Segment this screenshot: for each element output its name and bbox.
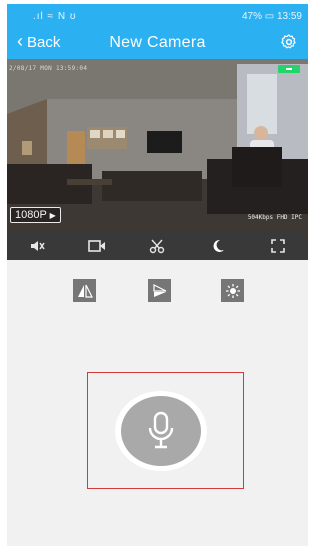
status-icons: .ıl ≈ N ʊ (33, 11, 77, 22)
microphone-icon (148, 411, 174, 449)
gear-icon[interactable] (280, 33, 298, 51)
speaker-muted-icon (31, 240, 45, 251)
ptz-controls (7, 279, 308, 303)
signal-indicator (278, 65, 300, 73)
talk-button-ring (115, 391, 207, 471)
play-triangle-icon: ▶ (49, 211, 56, 220)
snapshot-button[interactable] (147, 236, 167, 256)
camera-feed-image (7, 59, 308, 231)
nav-bar: ‹ Back New Camera (7, 26, 308, 59)
flip-vertical-icon (77, 284, 93, 298)
resolution-button[interactable]: 1080P ▶ (10, 207, 61, 223)
fullscreen-button[interactable] (268, 236, 288, 256)
battery-time: 47% ▭ 13:59 (241, 11, 302, 22)
talk-button[interactable] (121, 396, 201, 466)
video-camera-icon (88, 239, 106, 252)
bitrate-info: 504Kbps FHD IPC (247, 214, 302, 221)
header: .ıl ≈ N ʊ 47% ▭ 13:59 ‹ Back New Camera (7, 4, 308, 59)
resolution-label: 1080P (15, 209, 47, 221)
scissors-icon (150, 239, 165, 253)
flip-horizontal-icon (152, 283, 166, 297)
light-button[interactable] (221, 279, 244, 302)
flip-horizontal-button[interactable] (148, 279, 171, 302)
moon-icon (213, 239, 224, 252)
fullscreen-icon (271, 238, 285, 253)
light-bulb-icon (225, 283, 240, 298)
night-mode-button[interactable] (208, 236, 228, 256)
video-control-bar (7, 231, 308, 260)
app-screen: .ıl ≈ N ʊ 47% ▭ 13:59 ‹ Back New Camera (7, 4, 308, 546)
flip-vertical-button[interactable] (73, 279, 96, 302)
live-video-view[interactable]: 2/08/17 MON 13:59:04 1080P ▶ 504Kbps FHD… (7, 59, 308, 231)
page-title: New Camera (109, 34, 206, 51)
status-bar: .ıl ≈ N ʊ 47% ▭ 13:59 (7, 8, 308, 26)
video-timestamp: 2/08/17 MON 13:59:04 (9, 65, 88, 72)
mute-button[interactable] (27, 236, 47, 256)
record-button[interactable] (87, 236, 107, 256)
